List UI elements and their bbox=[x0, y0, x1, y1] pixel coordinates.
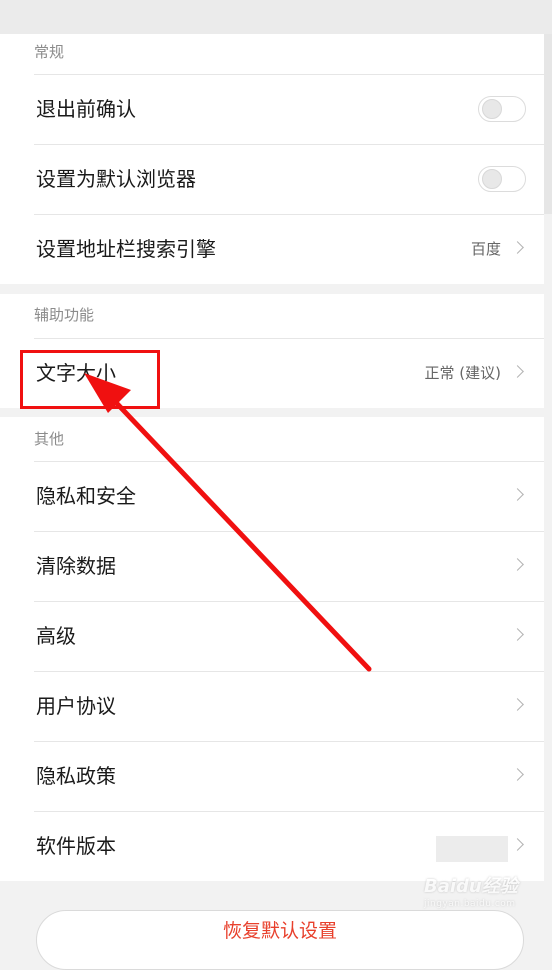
annotation-highlight-box bbox=[20, 350, 160, 409]
chevron-right-icon bbox=[511, 241, 524, 254]
section-general: 常规 退出前确认 设置为默认浏览器 设置地址栏搜索引擎 百度 bbox=[0, 34, 544, 284]
watermark-logo-text: Baidu经验 bbox=[424, 876, 518, 897]
clear-data-row[interactable]: 清除数据 bbox=[0, 531, 544, 601]
baidu-jingyan-watermark: Baidu经验 jingyan.baidu.com bbox=[424, 876, 534, 920]
default-browser-row[interactable]: 设置为默认浏览器 bbox=[0, 144, 544, 214]
chevron-right-icon bbox=[511, 628, 524, 641]
row-label: 用户协议 bbox=[36, 694, 116, 718]
chevron-right-icon bbox=[511, 488, 524, 501]
row-label: 高级 bbox=[36, 624, 76, 648]
row-label: 隐私政策 bbox=[36, 764, 116, 788]
section-header: 辅助功能 bbox=[34, 306, 95, 324]
section-header: 常规 bbox=[34, 43, 65, 61]
privacy-security-row[interactable]: 隐私和安全 bbox=[0, 461, 544, 531]
confirm-before-exit-toggle[interactable] bbox=[478, 96, 526, 122]
chevron-right-icon bbox=[511, 558, 524, 571]
user-agreement-row[interactable]: 用户协议 bbox=[0, 671, 544, 741]
scrollbar[interactable] bbox=[544, 34, 552, 214]
row-label: 退出前确认 bbox=[36, 97, 136, 121]
top-status-strip bbox=[0, 0, 552, 34]
privacy-policy-row[interactable]: 隐私政策 bbox=[0, 741, 544, 811]
chevron-right-icon bbox=[511, 768, 524, 781]
confirm-before-exit-row[interactable]: 退出前确认 bbox=[0, 74, 544, 144]
advanced-row[interactable]: 高级 bbox=[0, 601, 544, 671]
blurred-version-value bbox=[436, 836, 508, 862]
default-browser-toggle[interactable] bbox=[478, 166, 526, 192]
row-label: 软件版本 bbox=[36, 834, 116, 858]
toggle-knob bbox=[482, 169, 502, 189]
chevron-right-icon bbox=[511, 838, 524, 851]
row-value: 百度 bbox=[470, 240, 501, 258]
chevron-right-icon bbox=[511, 698, 524, 711]
section-header: 其他 bbox=[34, 430, 65, 448]
toggle-knob bbox=[482, 99, 502, 119]
row-label: 设置为默认浏览器 bbox=[36, 167, 196, 191]
row-divider bbox=[34, 601, 544, 602]
row-value: 正常 (建议) bbox=[424, 364, 501, 382]
row-label: 隐私和安全 bbox=[36, 484, 136, 508]
section-other: 其他 隐私和安全 清除数据 高级 用户协议 隐私政策 软件版本 bbox=[0, 417, 544, 881]
search-engine-row[interactable]: 设置地址栏搜索引擎 百度 bbox=[0, 214, 544, 284]
watermark-url: jingyan.baidu.com bbox=[424, 899, 516, 909]
chevron-right-icon bbox=[511, 365, 524, 378]
row-label: 设置地址栏搜索引擎 bbox=[36, 237, 216, 261]
row-label: 清除数据 bbox=[36, 554, 116, 578]
